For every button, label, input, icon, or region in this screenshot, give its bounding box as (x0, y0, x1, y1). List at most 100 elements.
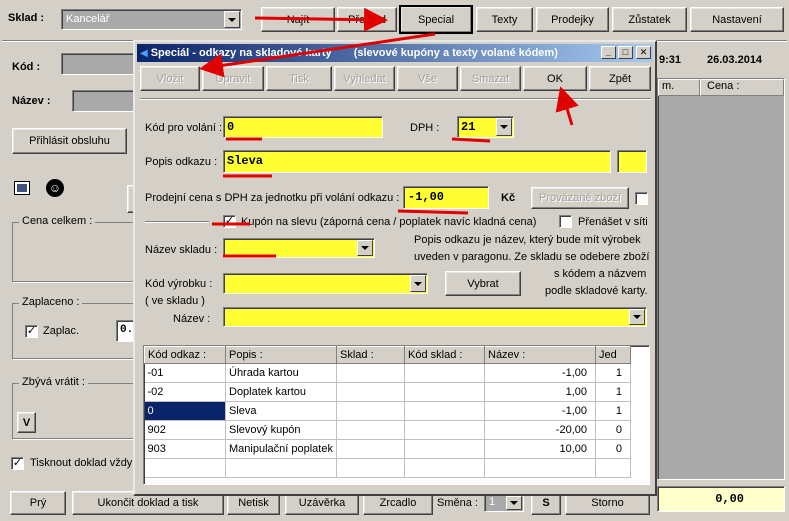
popis-odkazu-value: Sleva (227, 154, 264, 168)
upravit-button[interactable]: Upravit (202, 66, 264, 91)
tisk-button[interactable]: Tisk (266, 66, 332, 91)
table-cell (336, 458, 405, 478)
table-cell: 0 (144, 401, 226, 421)
info-line-4: podle skladové karty. (545, 285, 648, 297)
provazane-zbozi-button[interactable]: Provázané zboží (531, 187, 629, 209)
cena-input[interactable]: -1,00 (403, 186, 489, 209)
table-cell (336, 363, 405, 383)
vybrat-button[interactable]: Vybrat (445, 271, 521, 296)
table-cell: -02 (144, 382, 226, 402)
odkazy-grid[interactable]: Kód odkaz : Popis : Sklad : Kód sklad : Náze… (144, 346, 631, 478)
kod-input[interactable] (61, 53, 135, 75)
prehled-button[interactable]: Přehled (337, 7, 397, 32)
zustatek-button[interactable]: Zůstatek (612, 7, 687, 32)
zbyva-label: Zbývá vrátit : (19, 376, 88, 388)
col-cena-header[interactable]: Cena : (700, 79, 784, 96)
dph-select[interactable]: 21 (457, 116, 514, 138)
chevron-down-icon[interactable] (629, 309, 645, 325)
ok-button[interactable]: OK (523, 66, 587, 91)
nazev-input[interactable] (72, 90, 135, 112)
chevron-down-icon[interactable] (506, 496, 522, 510)
v-button[interactable]: V (17, 412, 36, 433)
table-cell: -1,00 (484, 401, 596, 421)
chevron-down-icon[interactable] (496, 118, 512, 136)
kod-pro-volani-label: Kód pro volání : (145, 122, 223, 134)
zpet-button[interactable]: Zpět (589, 66, 651, 91)
table-cell: 10,00 (484, 439, 596, 459)
column-header[interactable]: Kód odkaz : (144, 346, 226, 364)
dialog-title: Speciál - odkazy na skladové karty (150, 47, 332, 59)
tisknout-checkbox[interactable]: ✓ (11, 457, 24, 470)
table-row[interactable]: -02 Doplatek kartou 1,00 1 (144, 382, 631, 402)
nazev-skladu-select[interactable] (223, 238, 375, 258)
table-cell (225, 458, 337, 478)
table-cell: 1,00 (484, 382, 596, 402)
kupon-separator (145, 221, 209, 223)
table-row[interactable]: -01 Úhrada kartou -1,00 1 (144, 363, 631, 383)
column-header[interactable]: Kód sklad : (404, 346, 485, 364)
table-row[interactable]: 902 Slevový kupón -20,00 0 (144, 420, 631, 440)
dph-label: DPH : (410, 122, 440, 134)
minimize-icon[interactable]: _ (601, 46, 616, 59)
prihlasit-obsluhu-button[interactable]: Přihlásit obsluhu (12, 128, 127, 154)
kod-vyrobku-select[interactable] (223, 273, 428, 294)
smena-value: 1 (489, 496, 496, 508)
nazev-vyrobku-select[interactable] (223, 307, 647, 327)
table-cell: 903 (144, 439, 226, 459)
close-icon[interactable]: ✕ (636, 46, 651, 59)
maximize-icon[interactable]: □ (618, 46, 633, 59)
sklad-select[interactable]: Kancelář (61, 9, 242, 30)
odkazy-table[interactable]: Kód odkaz : Popis : Sklad : Kód sklad : Náze… (143, 345, 650, 485)
chevron-down-icon[interactable] (224, 11, 240, 28)
table-row[interactable]: 903 Manipulační poplatek 10,00 0 (144, 439, 631, 459)
table-cell (336, 382, 405, 402)
pryc-button[interactable]: Prý (10, 491, 66, 515)
chevron-down-icon[interactable] (410, 275, 426, 292)
provazane-checkbox[interactable] (635, 192, 648, 205)
prodejky-button[interactable]: Prodejky (536, 7, 609, 32)
table-row[interactable]: 0 Sleva -1,00 1 (144, 401, 631, 421)
table-row[interactable] (144, 458, 631, 478)
popis-extra-input[interactable] (617, 150, 647, 173)
nazev-label: Název : (12, 95, 51, 107)
kod-label: Kód : (12, 61, 41, 73)
special-button[interactable]: Special (399, 5, 473, 34)
kupon-checkbox[interactable]: ✓ (223, 215, 236, 228)
face-icon[interactable]: ☺ (46, 179, 64, 197)
vse-button[interactable]: Vše (397, 66, 458, 91)
monitor-icon[interactable] (14, 181, 30, 195)
kod-pro-volani-input[interactable]: 0 (223, 116, 383, 138)
column-header[interactable]: Název : (484, 346, 596, 364)
column-header[interactable]: Jed (595, 346, 631, 364)
time-display: 9:31 (659, 54, 682, 66)
items-table[interactable]: m. Cena : (657, 78, 785, 480)
zaplaceno-label: Zaplaceno : (19, 296, 83, 308)
smena-select[interactable]: 1 (484, 494, 524, 512)
col-m-header[interactable]: m. (658, 79, 700, 96)
prenaset-checkbox[interactable] (559, 215, 572, 228)
nastaveni-button[interactable]: Nastavení (690, 7, 784, 32)
info-line-2: uveden v paragonu. Ze skladu se odebere … (414, 251, 650, 263)
table-cell: 1 (595, 401, 631, 421)
table-cell: Manipulační poplatek (225, 439, 337, 459)
column-header[interactable]: Sklad : (336, 346, 405, 364)
table-cell: 902 (144, 420, 226, 440)
vlozit-button[interactable]: Vložit (140, 66, 200, 91)
table-cell (336, 401, 405, 421)
smazat-button[interactable]: Smazat (460, 66, 521, 91)
vyhledat-button[interactable]: Vyhledat (334, 66, 395, 91)
table-cell: Sleva (225, 401, 337, 421)
chevron-down-icon[interactable] (357, 240, 373, 256)
table-cell (484, 458, 596, 478)
sklad-label: Sklad : (8, 12, 45, 24)
special-dialog: ◀ Speciál - odkazy na skladové karty (sl… (133, 40, 657, 496)
smena-label: Směna : (437, 497, 478, 509)
column-header[interactable]: Popis : (225, 346, 337, 364)
najit-button[interactable]: Najít (261, 7, 335, 32)
kod-vyrobku-label: Kód výrobku : (145, 278, 213, 290)
dialog-titlebar[interactable]: ◀ Speciál - odkazy na skladové karty (sl… (137, 44, 653, 62)
popis-odkazu-input[interactable]: Sleva (223, 150, 611, 173)
table-cell: 0 (595, 420, 631, 440)
texty-button[interactable]: Texty (476, 7, 533, 32)
zaplac-checkbox[interactable]: ✓ (25, 325, 38, 338)
